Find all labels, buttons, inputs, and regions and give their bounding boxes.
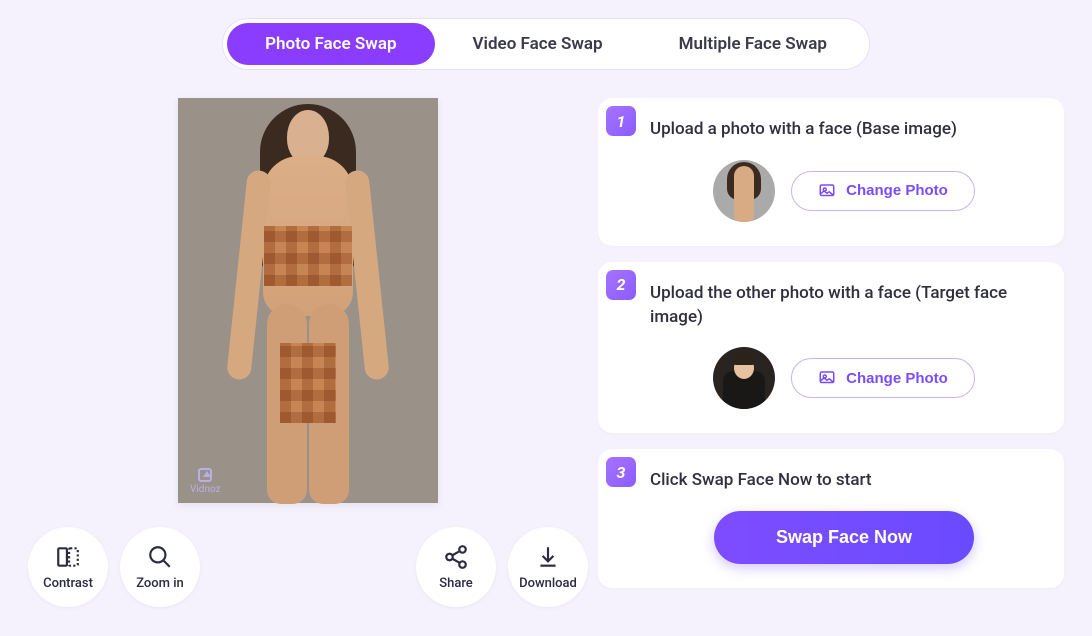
- target-image-thumb: [713, 347, 775, 409]
- image-icon: [818, 182, 836, 200]
- zoom-in-button[interactable]: Zoom in: [120, 527, 200, 607]
- mode-tabs: Photo Face Swap Video Face Swap Multiple…: [222, 18, 870, 70]
- watermark: Vidnoz: [190, 468, 221, 495]
- zoom-in-label: Zoom in: [136, 576, 184, 591]
- step-badge-2: 2: [606, 270, 636, 300]
- vidnoz-logo-icon: [198, 468, 212, 482]
- step-1: 1 Upload a photo with a face (Base image…: [598, 98, 1064, 246]
- step-2-title: Upload the other photo with a face (Targ…: [650, 282, 1038, 330]
- step-badge-3: 3: [606, 457, 636, 487]
- swap-face-now-button[interactable]: Swap Face Now: [714, 511, 974, 564]
- contrast-icon: [55, 544, 81, 570]
- step-3-title: Click Swap Face Now to start: [650, 469, 1038, 493]
- tab-photo-face-swap[interactable]: Photo Face Swap: [227, 23, 434, 65]
- share-label: Share: [439, 576, 473, 591]
- zoom-in-icon: [147, 544, 173, 570]
- change-target-label: Change Photo: [846, 370, 948, 387]
- contrast-button[interactable]: Contrast: [28, 527, 108, 607]
- share-button[interactable]: Share: [416, 527, 496, 607]
- base-image-thumb: [713, 160, 775, 222]
- image-icon: [818, 369, 836, 387]
- watermark-text: Vidnoz: [190, 484, 221, 495]
- tab-multiple-face-swap[interactable]: Multiple Face Swap: [641, 23, 865, 65]
- result-preview: Vidnoz: [178, 98, 438, 503]
- censor-pixelation: [280, 343, 336, 423]
- step-badge-1: 1: [606, 106, 636, 136]
- download-button[interactable]: Download: [508, 527, 588, 607]
- change-base-label: Change Photo: [846, 182, 948, 199]
- contrast-label: Contrast: [43, 576, 93, 591]
- step-1-title: Upload a photo with a face (Base image): [650, 118, 1038, 142]
- tab-video-face-swap[interactable]: Video Face Swap: [435, 23, 641, 65]
- download-icon: [535, 544, 561, 570]
- change-base-photo-button[interactable]: Change Photo: [791, 171, 975, 211]
- download-label: Download: [519, 576, 577, 591]
- share-icon: [443, 544, 469, 570]
- censor-pixelation: [264, 226, 352, 286]
- change-target-photo-button[interactable]: Change Photo: [791, 358, 975, 398]
- step-2: 2 Upload the other photo with a face (Ta…: [598, 262, 1064, 434]
- step-3: 3 Click Swap Face Now to start Swap Face…: [598, 449, 1064, 588]
